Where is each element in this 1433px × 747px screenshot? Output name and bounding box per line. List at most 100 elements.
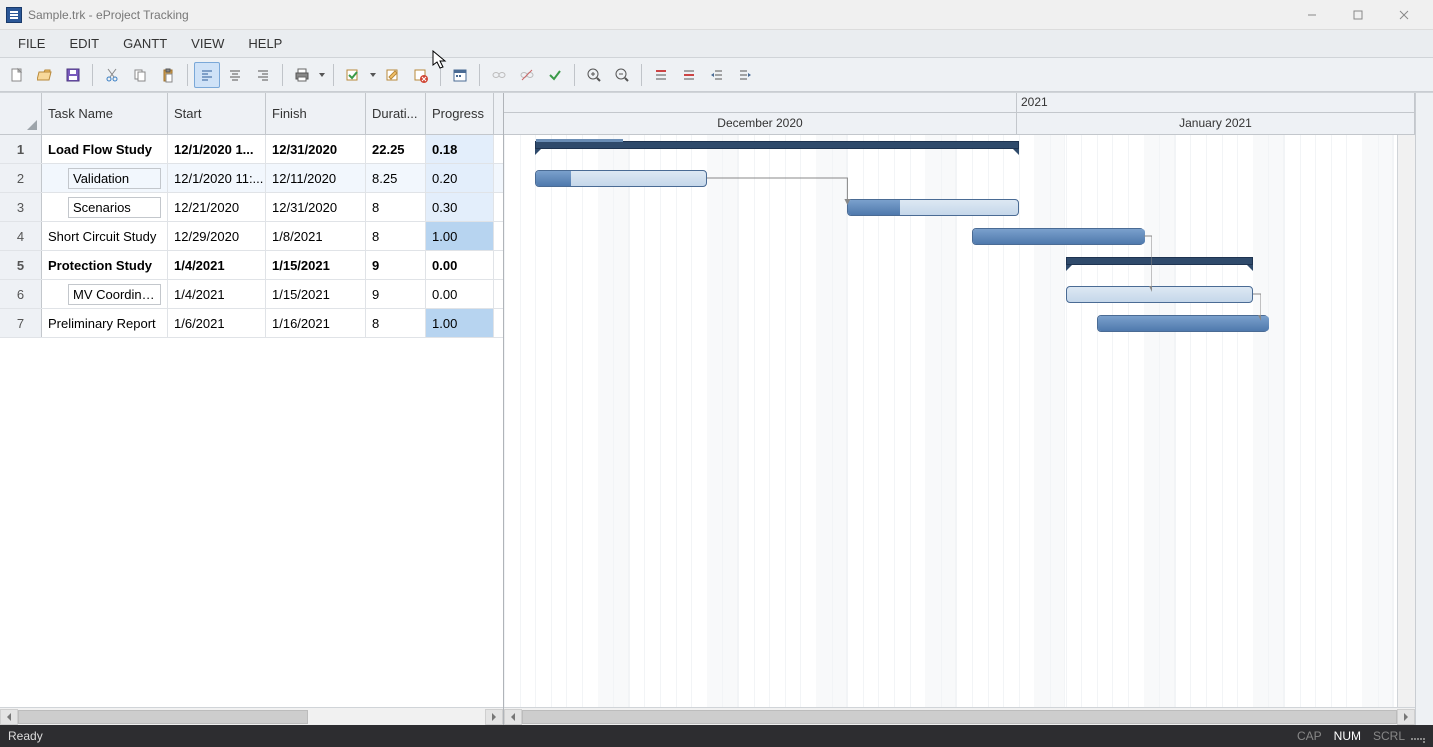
align-center-icon[interactable] [222, 62, 248, 88]
table-row[interactable]: 3Scenarios12/21/202012/31/202080.30 [0, 193, 503, 222]
col-header-duration[interactable]: Durati... [366, 93, 426, 134]
col-header-task[interactable]: Task Name [42, 93, 168, 134]
cell-progress[interactable]: 0.18 [426, 135, 494, 163]
cell-finish[interactable]: 1/15/2021 [266, 280, 366, 308]
table-row[interactable]: 7Preliminary Report1/6/20211/16/202181.0… [0, 309, 503, 338]
row-number[interactable]: 4 [0, 222, 42, 250]
scroll-left-icon[interactable] [0, 709, 18, 725]
task-delete-icon[interactable] [408, 62, 434, 88]
cell-task-name[interactable]: MV Coordinati... [42, 280, 168, 308]
cell-duration[interactable]: 8 [366, 222, 426, 250]
task-check-dropdown-icon[interactable] [368, 73, 378, 77]
baseline-mid-icon[interactable] [676, 62, 702, 88]
gantt-task-bar[interactable] [1066, 286, 1253, 303]
gantt-task-bar[interactable] [1097, 315, 1269, 332]
menu-gantt[interactable]: GANTT [111, 32, 179, 55]
menu-edit[interactable]: EDIT [57, 32, 111, 55]
row-number[interactable]: 5 [0, 251, 42, 279]
cell-finish[interactable]: 12/31/2020 [266, 135, 366, 163]
table-row[interactable]: 5Protection Study1/4/20211/15/202190.00 [0, 251, 503, 280]
gantt-vertical-scrollbar[interactable] [1397, 135, 1415, 707]
cell-start[interactable]: 12/21/2020 [168, 193, 266, 221]
cell-duration[interactable]: 8 [366, 309, 426, 337]
table-row[interactable]: 1Load Flow Study12/1/2020 1...12/31/2020… [0, 135, 503, 164]
row-number[interactable]: 6 [0, 280, 42, 308]
grid-horizontal-scrollbar[interactable] [0, 707, 503, 725]
table-row[interactable]: 6MV Coordinati...1/4/20211/15/202190.00 [0, 280, 503, 309]
print-dropdown-icon[interactable] [317, 73, 327, 77]
maximize-button[interactable] [1335, 0, 1381, 30]
gantt-scroll-left-icon[interactable] [504, 709, 522, 725]
indent-icon[interactable] [732, 62, 758, 88]
cell-start[interactable]: 12/1/2020 11:... [168, 164, 266, 192]
gantt-summary-bar[interactable] [535, 141, 1019, 149]
table-row[interactable]: 2Validation12/1/2020 11:...12/11/20208.2… [0, 164, 503, 193]
cell-duration[interactable]: 9 [366, 251, 426, 279]
copy-icon[interactable] [127, 62, 153, 88]
zoom-in-icon[interactable] [581, 62, 607, 88]
resize-grip-icon[interactable] [1411, 729, 1425, 743]
cut-icon[interactable] [99, 62, 125, 88]
gantt-summary-bar[interactable] [1066, 257, 1253, 265]
gantt-task-bar[interactable] [847, 199, 1019, 216]
cell-progress[interactable]: 1.00 [426, 309, 494, 337]
cell-progress[interactable]: 1.00 [426, 222, 494, 250]
outdent-icon[interactable] [704, 62, 730, 88]
cell-task-name[interactable]: Validation [42, 164, 168, 192]
save-file-icon[interactable] [60, 62, 86, 88]
table-row[interactable]: 4Short Circuit Study12/29/20201/8/202181… [0, 222, 503, 251]
cell-progress[interactable]: 0.20 [426, 164, 494, 192]
cell-start[interactable]: 12/1/2020 1... [168, 135, 266, 163]
open-file-icon[interactable] [32, 62, 58, 88]
cell-task-name[interactable]: Preliminary Report [42, 309, 168, 337]
cell-start[interactable]: 1/4/2021 [168, 280, 266, 308]
cell-task-name[interactable]: Load Flow Study [42, 135, 168, 163]
cell-finish[interactable]: 12/31/2020 [266, 193, 366, 221]
menu-view[interactable]: VIEW [179, 32, 236, 55]
cell-task-name[interactable]: Protection Study [42, 251, 168, 279]
row-number[interactable]: 7 [0, 309, 42, 337]
gantt-horizontal-scrollbar[interactable] [504, 707, 1415, 725]
gantt-task-bar[interactable] [972, 228, 1144, 245]
zoom-out-icon[interactable] [609, 62, 635, 88]
task-check-icon[interactable] [340, 62, 366, 88]
cell-finish[interactable]: 1/16/2021 [266, 309, 366, 337]
cell-start[interactable]: 1/4/2021 [168, 251, 266, 279]
cell-progress[interactable]: 0.00 [426, 280, 494, 308]
gantt-chart-body[interactable] [504, 135, 1415, 707]
close-button[interactable] [1381, 0, 1427, 30]
cell-duration[interactable]: 22.25 [366, 135, 426, 163]
col-header-start[interactable]: Start [168, 93, 266, 134]
align-right-icon[interactable] [250, 62, 276, 88]
gantt-scroll-right-icon[interactable] [1397, 709, 1415, 725]
menu-help[interactable]: HELP [236, 32, 294, 55]
cell-progress[interactable]: 0.30 [426, 193, 494, 221]
calendar-icon[interactable] [447, 62, 473, 88]
cell-finish[interactable]: 1/8/2021 [266, 222, 366, 250]
cell-duration[interactable]: 9 [366, 280, 426, 308]
row-number[interactable]: 1 [0, 135, 42, 163]
cell-duration[interactable]: 8 [366, 193, 426, 221]
cell-duration[interactable]: 8.25 [366, 164, 426, 192]
checkmark-icon[interactable] [542, 62, 568, 88]
gantt-task-bar[interactable] [535, 170, 707, 187]
cell-start[interactable]: 1/6/2021 [168, 309, 266, 337]
minimize-button[interactable] [1289, 0, 1335, 30]
row-number[interactable]: 2 [0, 164, 42, 192]
paste-icon[interactable] [155, 62, 181, 88]
cell-finish[interactable]: 12/11/2020 [266, 164, 366, 192]
row-number[interactable]: 3 [0, 193, 42, 221]
col-header-progress[interactable]: Progress [426, 93, 494, 134]
new-file-icon[interactable] [4, 62, 30, 88]
cell-task-name[interactable]: Short Circuit Study [42, 222, 168, 250]
cell-finish[interactable]: 1/15/2021 [266, 251, 366, 279]
cell-task-name[interactable]: Scenarios [42, 193, 168, 221]
align-left-icon[interactable] [194, 62, 220, 88]
task-edit-icon[interactable] [380, 62, 406, 88]
print-icon[interactable] [289, 62, 315, 88]
grid-select-all-corner[interactable] [0, 93, 42, 134]
cell-start[interactable]: 12/29/2020 [168, 222, 266, 250]
col-header-finish[interactable]: Finish [266, 93, 366, 134]
scroll-right-icon[interactable] [485, 709, 503, 725]
cell-progress[interactable]: 0.00 [426, 251, 494, 279]
